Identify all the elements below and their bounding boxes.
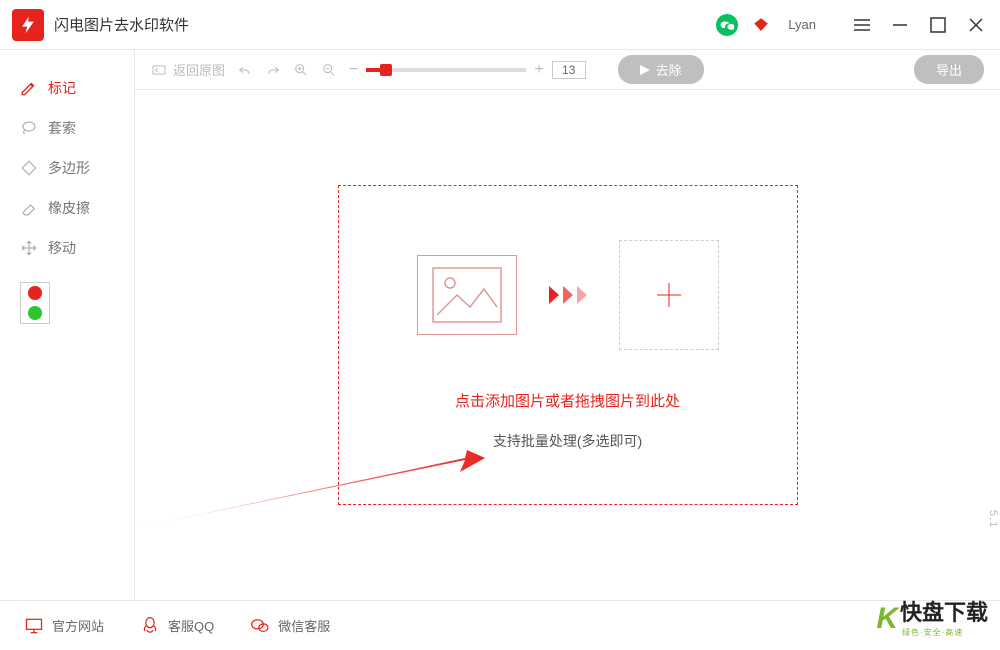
marker-icon bbox=[20, 79, 38, 97]
wechat-support-icon bbox=[250, 616, 270, 636]
app-title: 闪电图片去水印软件 bbox=[54, 14, 189, 35]
brush-slider[interactable] bbox=[366, 68, 526, 72]
dropzone-graphics bbox=[417, 240, 719, 350]
tool-move[interactable]: 移动 bbox=[0, 228, 134, 268]
arrows-icon bbox=[547, 286, 589, 304]
swatch-red[interactable] bbox=[21, 283, 49, 303]
qq-icon bbox=[140, 616, 160, 636]
dropzone-text-primary: 点击添加图片或者拖拽图片到此处 bbox=[455, 390, 680, 411]
app-logo bbox=[12, 9, 44, 41]
lasso-icon bbox=[20, 119, 38, 137]
toolbar: 返回原图 − + 13 去除 导出 bbox=[135, 50, 1000, 90]
watermark: K 快盘下载 绿色·安全·高速 bbox=[876, 595, 988, 642]
image-placeholder-icon bbox=[417, 255, 517, 335]
close-button[interactable] bbox=[964, 13, 988, 37]
tool-label: 套索 bbox=[48, 118, 76, 138]
polygon-icon bbox=[20, 159, 38, 177]
wechat-support-link[interactable]: 微信客服 bbox=[250, 616, 330, 636]
tool-label: 橡皮擦 bbox=[48, 198, 90, 218]
export-button[interactable]: 导出 bbox=[914, 55, 984, 84]
tool-label: 标记 bbox=[48, 78, 76, 98]
titlebar: 闪电图片去水印软件 Lyan bbox=[0, 0, 1000, 50]
color-swatches bbox=[20, 282, 50, 324]
undo-button[interactable] bbox=[237, 62, 253, 78]
brush-size-value[interactable]: 13 bbox=[552, 61, 586, 79]
swatch-green[interactable] bbox=[21, 303, 49, 323]
move-icon bbox=[20, 239, 38, 257]
heart-icon[interactable] bbox=[752, 16, 770, 34]
add-target-icon bbox=[619, 240, 719, 350]
official-website-link[interactable]: 官方网站 bbox=[24, 616, 104, 636]
plus-icon[interactable]: + bbox=[534, 61, 543, 79]
maximize-button[interactable] bbox=[926, 13, 950, 37]
wechat-icon[interactable] bbox=[716, 14, 738, 36]
tool-eraser[interactable]: 橡皮擦 bbox=[0, 188, 134, 228]
user-name[interactable]: Lyan bbox=[788, 17, 816, 32]
back-to-original-button[interactable]: 返回原图 bbox=[151, 60, 225, 79]
tool-mark[interactable]: 标记 bbox=[0, 68, 134, 108]
canvas-area: 点击添加图片或者拖拽图片到此处 支持批量处理(多选即可) bbox=[135, 90, 1000, 600]
tool-label: 移动 bbox=[48, 238, 76, 258]
tool-polygon[interactable]: 多边形 bbox=[0, 148, 134, 188]
qq-support-link[interactable]: 客服QQ bbox=[140, 616, 214, 636]
dropzone-text-secondary: 支持批量处理(多选即可) bbox=[493, 431, 642, 451]
tool-lasso[interactable]: 套索 bbox=[0, 108, 134, 148]
redo-button[interactable] bbox=[265, 62, 281, 78]
zoom-out-button[interactable] bbox=[321, 62, 337, 78]
side-label: 5.1 bbox=[987, 510, 999, 528]
tool-label: 多边形 bbox=[48, 158, 90, 178]
zoom-in-button[interactable] bbox=[293, 62, 309, 78]
menu-icon[interactable] bbox=[850, 13, 874, 37]
monitor-icon bbox=[24, 616, 44, 636]
remove-button[interactable]: 去除 bbox=[618, 55, 704, 84]
eraser-icon bbox=[20, 199, 38, 217]
annotation-arrow bbox=[135, 450, 485, 530]
content: 返回原图 − + 13 去除 导出 bbox=[135, 50, 1000, 600]
main: 标记 套索 多边形 橡皮擦 移动 返回原图 bbox=[0, 50, 1000, 600]
sidebar: 标记 套索 多边形 橡皮擦 移动 bbox=[0, 50, 135, 600]
footer: 官方网站 客服QQ 微信客服 bbox=[0, 600, 1000, 650]
minus-icon[interactable]: − bbox=[349, 61, 358, 79]
brush-size-control: − + 13 bbox=[349, 61, 586, 79]
minimize-button[interactable] bbox=[888, 13, 912, 37]
